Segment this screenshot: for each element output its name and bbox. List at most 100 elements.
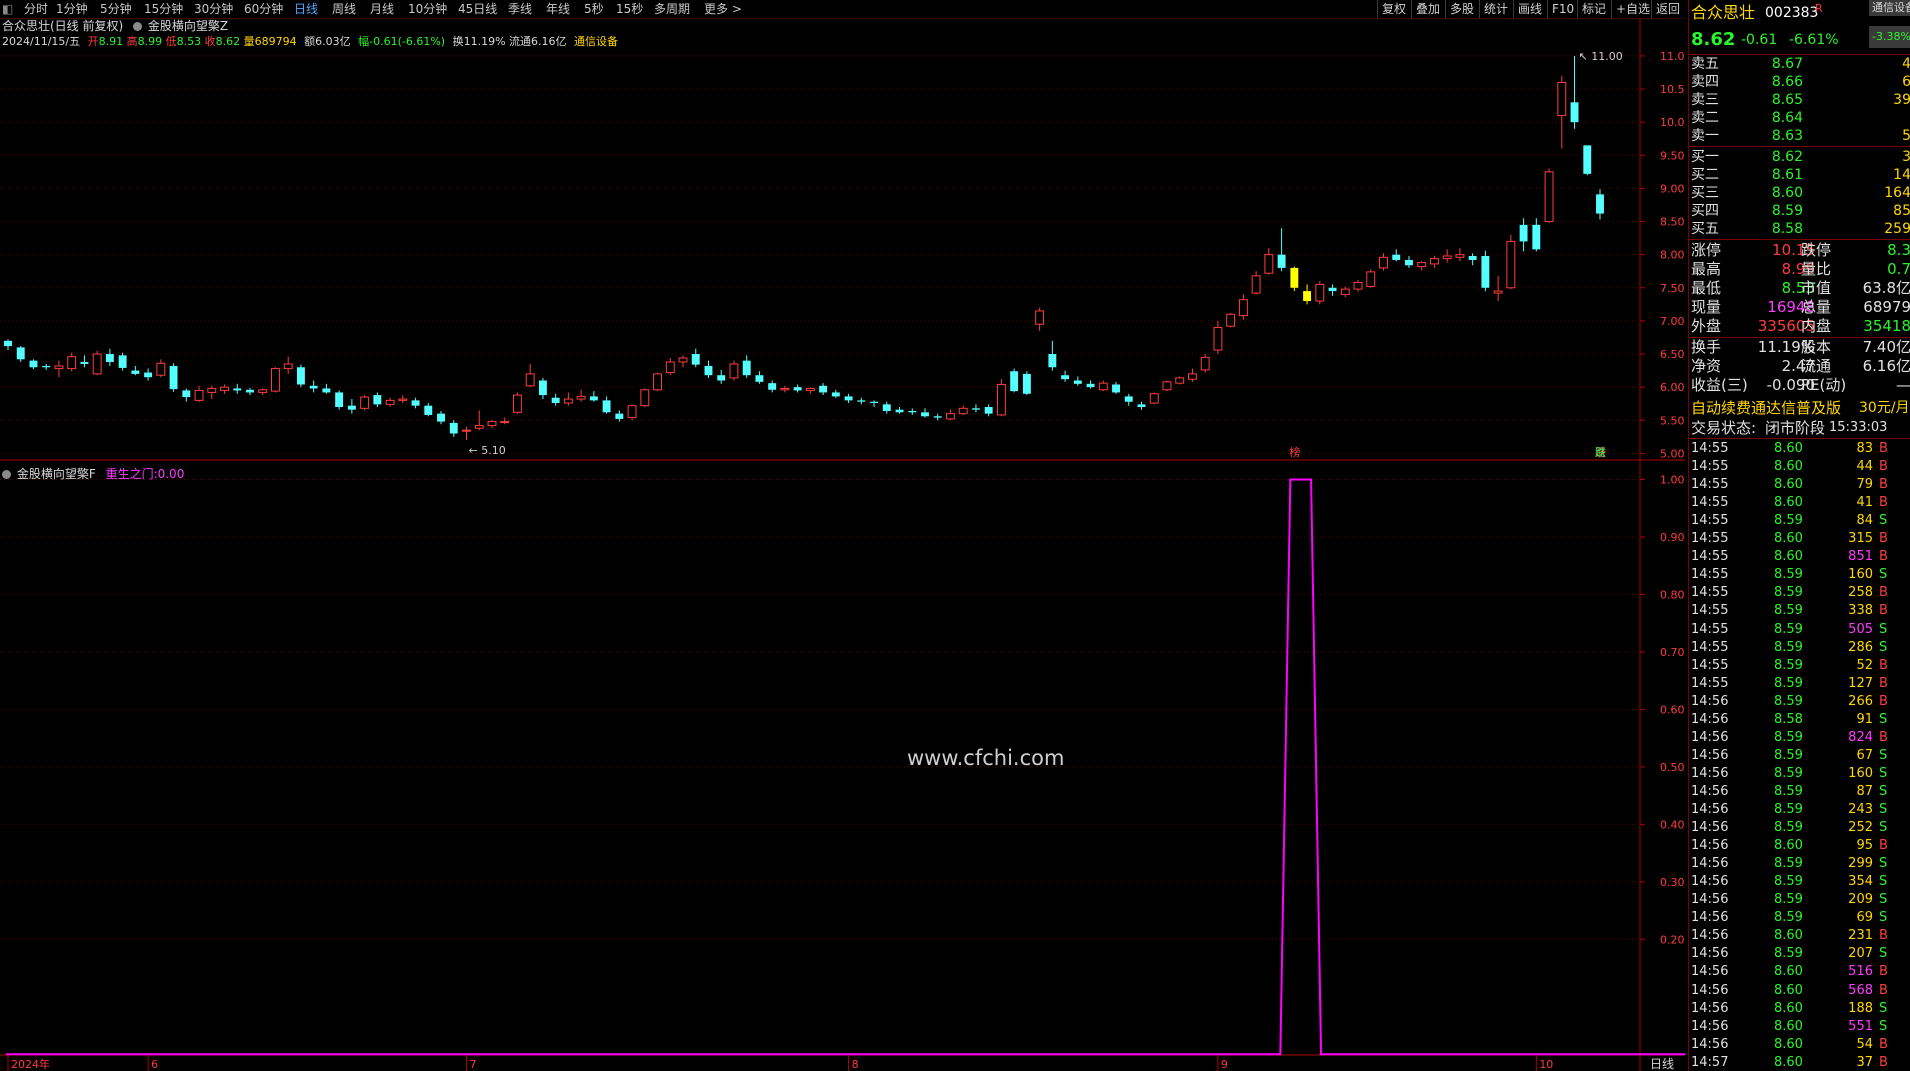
menu-icon[interactable]: ◧ [2,0,13,18]
formula-name[interactable]: 金股横向望檠Z [148,19,228,33]
toolbar-button[interactable]: 画线 [1513,0,1546,18]
bid-volume: 259 [1884,221,1910,237]
price-tick-label: 5.50 [1660,414,1685,427]
time-tick-label: 2024年 [11,1057,50,1071]
period-tab[interactable]: 15分钟 [144,0,183,18]
candle-body [1073,380,1082,384]
event-marker[interactable]: 榜 [1289,445,1300,459]
period-tab[interactable]: 10分钟 [408,0,447,18]
toolbar-button[interactable]: 统计 [1479,0,1512,18]
stat-label: 总量 [1801,298,1832,316]
period-tab[interactable]: 5分钟 [100,0,132,18]
time-tick-label: 7 [469,1058,476,1071]
kline-chart[interactable]: 11.00 10.50 10.00 9.50 9.00 8.50 8.00 7.50 7.00 6… [0,0,1685,1071]
candle-body [1506,240,1516,289]
tick-side: S [1879,856,1888,872]
candle [309,380,318,393]
price-tick-label: 8.00 [1660,249,1685,262]
period-tab[interactable]: 年线 [546,0,570,18]
toolbar-button[interactable]: +自选 [1611,0,1654,18]
period-tab[interactable]: 周线 [332,0,356,18]
candle-body [335,392,344,408]
indicator-toggle-icon[interactable] [2,470,11,479]
period-tab[interactable]: 月线 [370,0,394,18]
candle-body [742,360,751,376]
stock-name: 合众思壮 [1691,3,1756,22]
tick-price: 8.60 [1774,964,1803,980]
candle [360,395,370,411]
toolbar-button[interactable]: 叠加 [1411,0,1444,18]
candle-body [1353,281,1363,290]
period-tab[interactable]: 1分钟 [56,0,88,18]
indicator-tick-label: 1.00 [1660,473,1685,486]
period-tab[interactable]: 多周期 [654,0,690,18]
period-tab[interactable]: 更多 > [704,0,742,18]
tick-row: 14:56 8.59 207 S [1689,945,1910,963]
promo-price[interactable]: 30元/月 [1859,398,1910,418]
bid-row: 买三 8.60 164 [1689,184,1910,202]
candle-body [615,413,624,419]
stat-label: 最高 [1691,260,1722,278]
period-tab[interactable]: 日线 [294,0,318,18]
candle-body [1366,271,1376,287]
period-tab[interactable]: 季线 [508,0,532,18]
event-marker[interactable]: 跌 [1595,445,1606,459]
period-tab[interactable]: 5秒 [584,0,604,18]
tick-volume: 207 [1848,946,1873,962]
candle-body [1162,381,1172,391]
event-marker[interactable]: 涨 [1595,446,1606,459]
tick-time: 14:55 [1691,585,1729,601]
candle [1238,294,1248,320]
indicator-name[interactable]: 金股横向望檠F [17,467,96,481]
ask-label: 卖五 [1691,56,1719,72]
stat-row: 外盘 335605 内盘 35418 [1689,317,1910,336]
candle-body [1532,224,1541,250]
tick-row: 14:55 8.60 41 B [1689,494,1910,512]
period-tab[interactable]: 30分钟 [194,0,233,18]
stat-row: 净资 2.47 流通 6.16亿 [1689,357,1910,376]
period-tab[interactable]: 15秒 [616,0,643,18]
promo-row[interactable]: 自动续费通达信普及版 30元/月 [1689,398,1910,418]
candle [258,388,268,396]
ask-price: 8.67 [1771,56,1803,72]
candle-body [627,405,637,419]
period-tab[interactable]: 分时 [24,0,48,18]
candle-body [538,380,547,396]
toolbar-button[interactable]: 多股 [1445,0,1478,18]
sector-change: -3.38% [1869,26,1910,48]
ohlc-info-bar: 2024/11/15/五 开8.91 高8.99 低8.53 收8.62 量68… [2,35,618,49]
toolbar-button[interactable]: F10 [1547,0,1578,18]
candle-body [1544,171,1554,223]
candle [768,380,777,393]
tick-row: 14:56 8.58 91 S [1689,711,1910,729]
indicator-tick-label: 0.40 [1660,818,1685,831]
candle [1315,281,1325,305]
tick-side: S [1879,621,1888,637]
ask-volume: 5 [1902,127,1910,145]
toolbar-button[interactable]: 复权 [1377,0,1410,18]
candle [16,346,25,362]
toolbar-button[interactable]: 标记 [1577,0,1610,18]
sector-tag[interactable]: 通信设备 [1869,0,1910,16]
tick-side: B [1879,603,1888,619]
candle [1366,269,1376,288]
tick-row: 14:56 8.60 551 S [1689,1018,1910,1036]
candle-body [1086,383,1095,388]
candle [1596,189,1604,220]
stat-label: 最低 [1691,279,1722,297]
last-price: 8.62 [1691,29,1736,50]
period-tab[interactable]: 45日线 [458,0,497,18]
bid-label: 买五 [1691,221,1719,237]
candle [335,390,344,410]
period-tab[interactable]: 60分钟 [244,0,283,18]
candle-body [1596,194,1604,214]
candle [1061,370,1070,382]
formula-toggle-icon[interactable] [133,22,143,31]
toolbar-button[interactable]: 返回 [1651,0,1684,18]
tick-time: 14:56 [1691,838,1729,854]
candle-body [921,412,929,417]
promo-text[interactable]: 自动续费通达信普及版 [1691,398,1841,418]
event-marker[interactable]: 财 [1595,445,1606,459]
candle [1098,380,1108,392]
candle-body [525,373,535,387]
